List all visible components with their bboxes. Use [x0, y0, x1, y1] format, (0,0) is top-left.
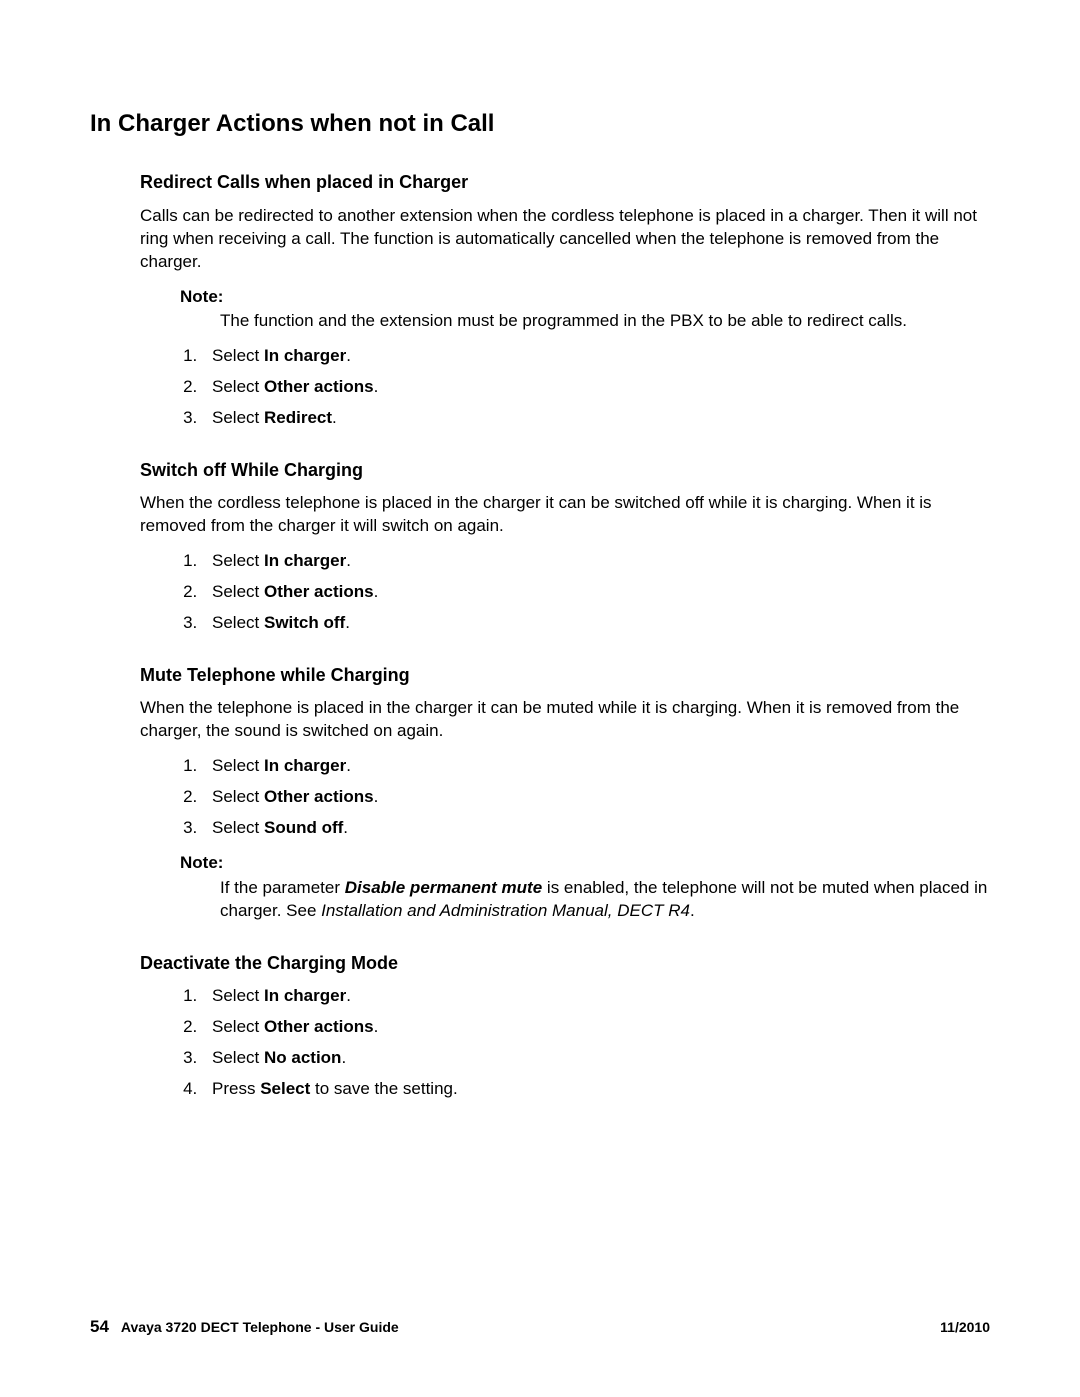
step-text: Select [212, 787, 264, 806]
step-text: Select [212, 756, 264, 775]
steps-redirect: Select In charger. Select Other actions.… [180, 345, 990, 430]
step-bold: Select [260, 1079, 310, 1098]
intro-mute: When the telephone is placed in the char… [140, 697, 990, 743]
document-page: In Charger Actions when not in Call Redi… [0, 0, 1080, 1397]
step-bold: Other actions [264, 787, 374, 806]
step-item: Select Other actions. [202, 786, 990, 809]
step-item: Select No action. [202, 1047, 990, 1070]
section-redirect: Redirect Calls when placed in Charger Ca… [140, 170, 990, 430]
step-text: Select [212, 551, 264, 570]
step-suffix: . [346, 551, 351, 570]
step-item: Select Other actions. [202, 1016, 990, 1039]
note-mute: Note: If the parameter Disable permanent… [180, 852, 990, 923]
step-bold: Other actions [264, 1017, 374, 1036]
step-bold: Switch off [264, 613, 345, 632]
note-span: . [690, 901, 695, 920]
step-bold: In charger [264, 551, 346, 570]
step-suffix: . [374, 582, 379, 601]
step-text: Select [212, 408, 264, 427]
step-bold: In charger [264, 986, 346, 1005]
note-bold-italic: Disable permanent mute [345, 878, 542, 897]
step-item: Press Select to save the setting. [202, 1078, 990, 1101]
step-item: Select Other actions. [202, 376, 990, 399]
step-suffix: . [346, 756, 351, 775]
step-text: Select [212, 346, 264, 365]
footer: 54 Avaya 3720 DECT Telephone - User Guid… [90, 1316, 990, 1339]
step-bold: Sound off [264, 818, 343, 837]
heading-switchoff: Switch off While Charging [140, 458, 990, 482]
step-bold: In charger [264, 346, 346, 365]
step-suffix: . [346, 986, 351, 1005]
step-item: Select In charger. [202, 755, 990, 778]
step-item: Select In charger. [202, 550, 990, 573]
steps-mute: Select In charger. Select Other actions.… [180, 755, 990, 840]
step-suffix: . [341, 1048, 346, 1067]
step-text: Select [212, 1017, 264, 1036]
note-text: If the parameter Disable permanent mute … [220, 877, 990, 923]
step-item: Select In charger. [202, 985, 990, 1008]
section-switchoff: Switch off While Charging When the cordl… [140, 458, 990, 635]
section-deactivate: Deactivate the Charging Mode Select In c… [140, 951, 990, 1101]
step-bold: In charger [264, 756, 346, 775]
step-text: Select [212, 377, 264, 396]
page-number: 54 [90, 1316, 109, 1339]
step-bold: Redirect [264, 408, 332, 427]
step-item: Select Sound off. [202, 817, 990, 840]
step-text: Select [212, 582, 264, 601]
step-suffix: . [345, 613, 350, 632]
heading-redirect: Redirect Calls when placed in Charger [140, 170, 990, 194]
step-bold: Other actions [264, 582, 374, 601]
step-bold: No action [264, 1048, 341, 1067]
steps-switchoff: Select In charger. Select Other actions.… [180, 550, 990, 635]
note-label: Note: [180, 286, 990, 309]
step-suffix: . [374, 1017, 379, 1036]
note-italic: Installation and Administration Manual, … [321, 901, 690, 920]
step-suffix: . [374, 787, 379, 806]
footer-doc-title: Avaya 3720 DECT Telephone - User Guide [121, 1318, 399, 1337]
step-text: Select [212, 613, 264, 632]
footer-left: 54 Avaya 3720 DECT Telephone - User Guid… [90, 1316, 399, 1339]
note-text: The function and the extension must be p… [220, 310, 990, 333]
footer-date: 11/2010 [940, 1318, 990, 1337]
step-item: Select Switch off. [202, 612, 990, 635]
step-suffix: . [346, 346, 351, 365]
step-text: Select [212, 1048, 264, 1067]
step-suffix: to save the setting. [310, 1079, 457, 1098]
step-item: Select Other actions. [202, 581, 990, 604]
page-title: In Charger Actions when not in Call [90, 108, 990, 140]
note-label: Note: [180, 852, 990, 875]
step-suffix: . [332, 408, 337, 427]
step-suffix: . [374, 377, 379, 396]
steps-deactivate: Select In charger. Select Other actions.… [180, 985, 990, 1101]
step-text: Select [212, 818, 264, 837]
step-bold: Other actions [264, 377, 374, 396]
step-item: Select In charger. [202, 345, 990, 368]
heading-deactivate: Deactivate the Charging Mode [140, 951, 990, 975]
step-suffix: . [343, 818, 348, 837]
note-span: If the parameter [220, 878, 345, 897]
intro-switchoff: When the cordless telephone is placed in… [140, 492, 990, 538]
intro-redirect: Calls can be redirected to another exten… [140, 205, 990, 274]
step-text: Select [212, 986, 264, 1005]
step-text: Press [212, 1079, 260, 1098]
heading-mute: Mute Telephone while Charging [140, 663, 990, 687]
note-redirect: Note: The function and the extension mus… [180, 286, 990, 334]
section-mute: Mute Telephone while Charging When the t… [140, 663, 990, 923]
step-item: Select Redirect. [202, 407, 990, 430]
